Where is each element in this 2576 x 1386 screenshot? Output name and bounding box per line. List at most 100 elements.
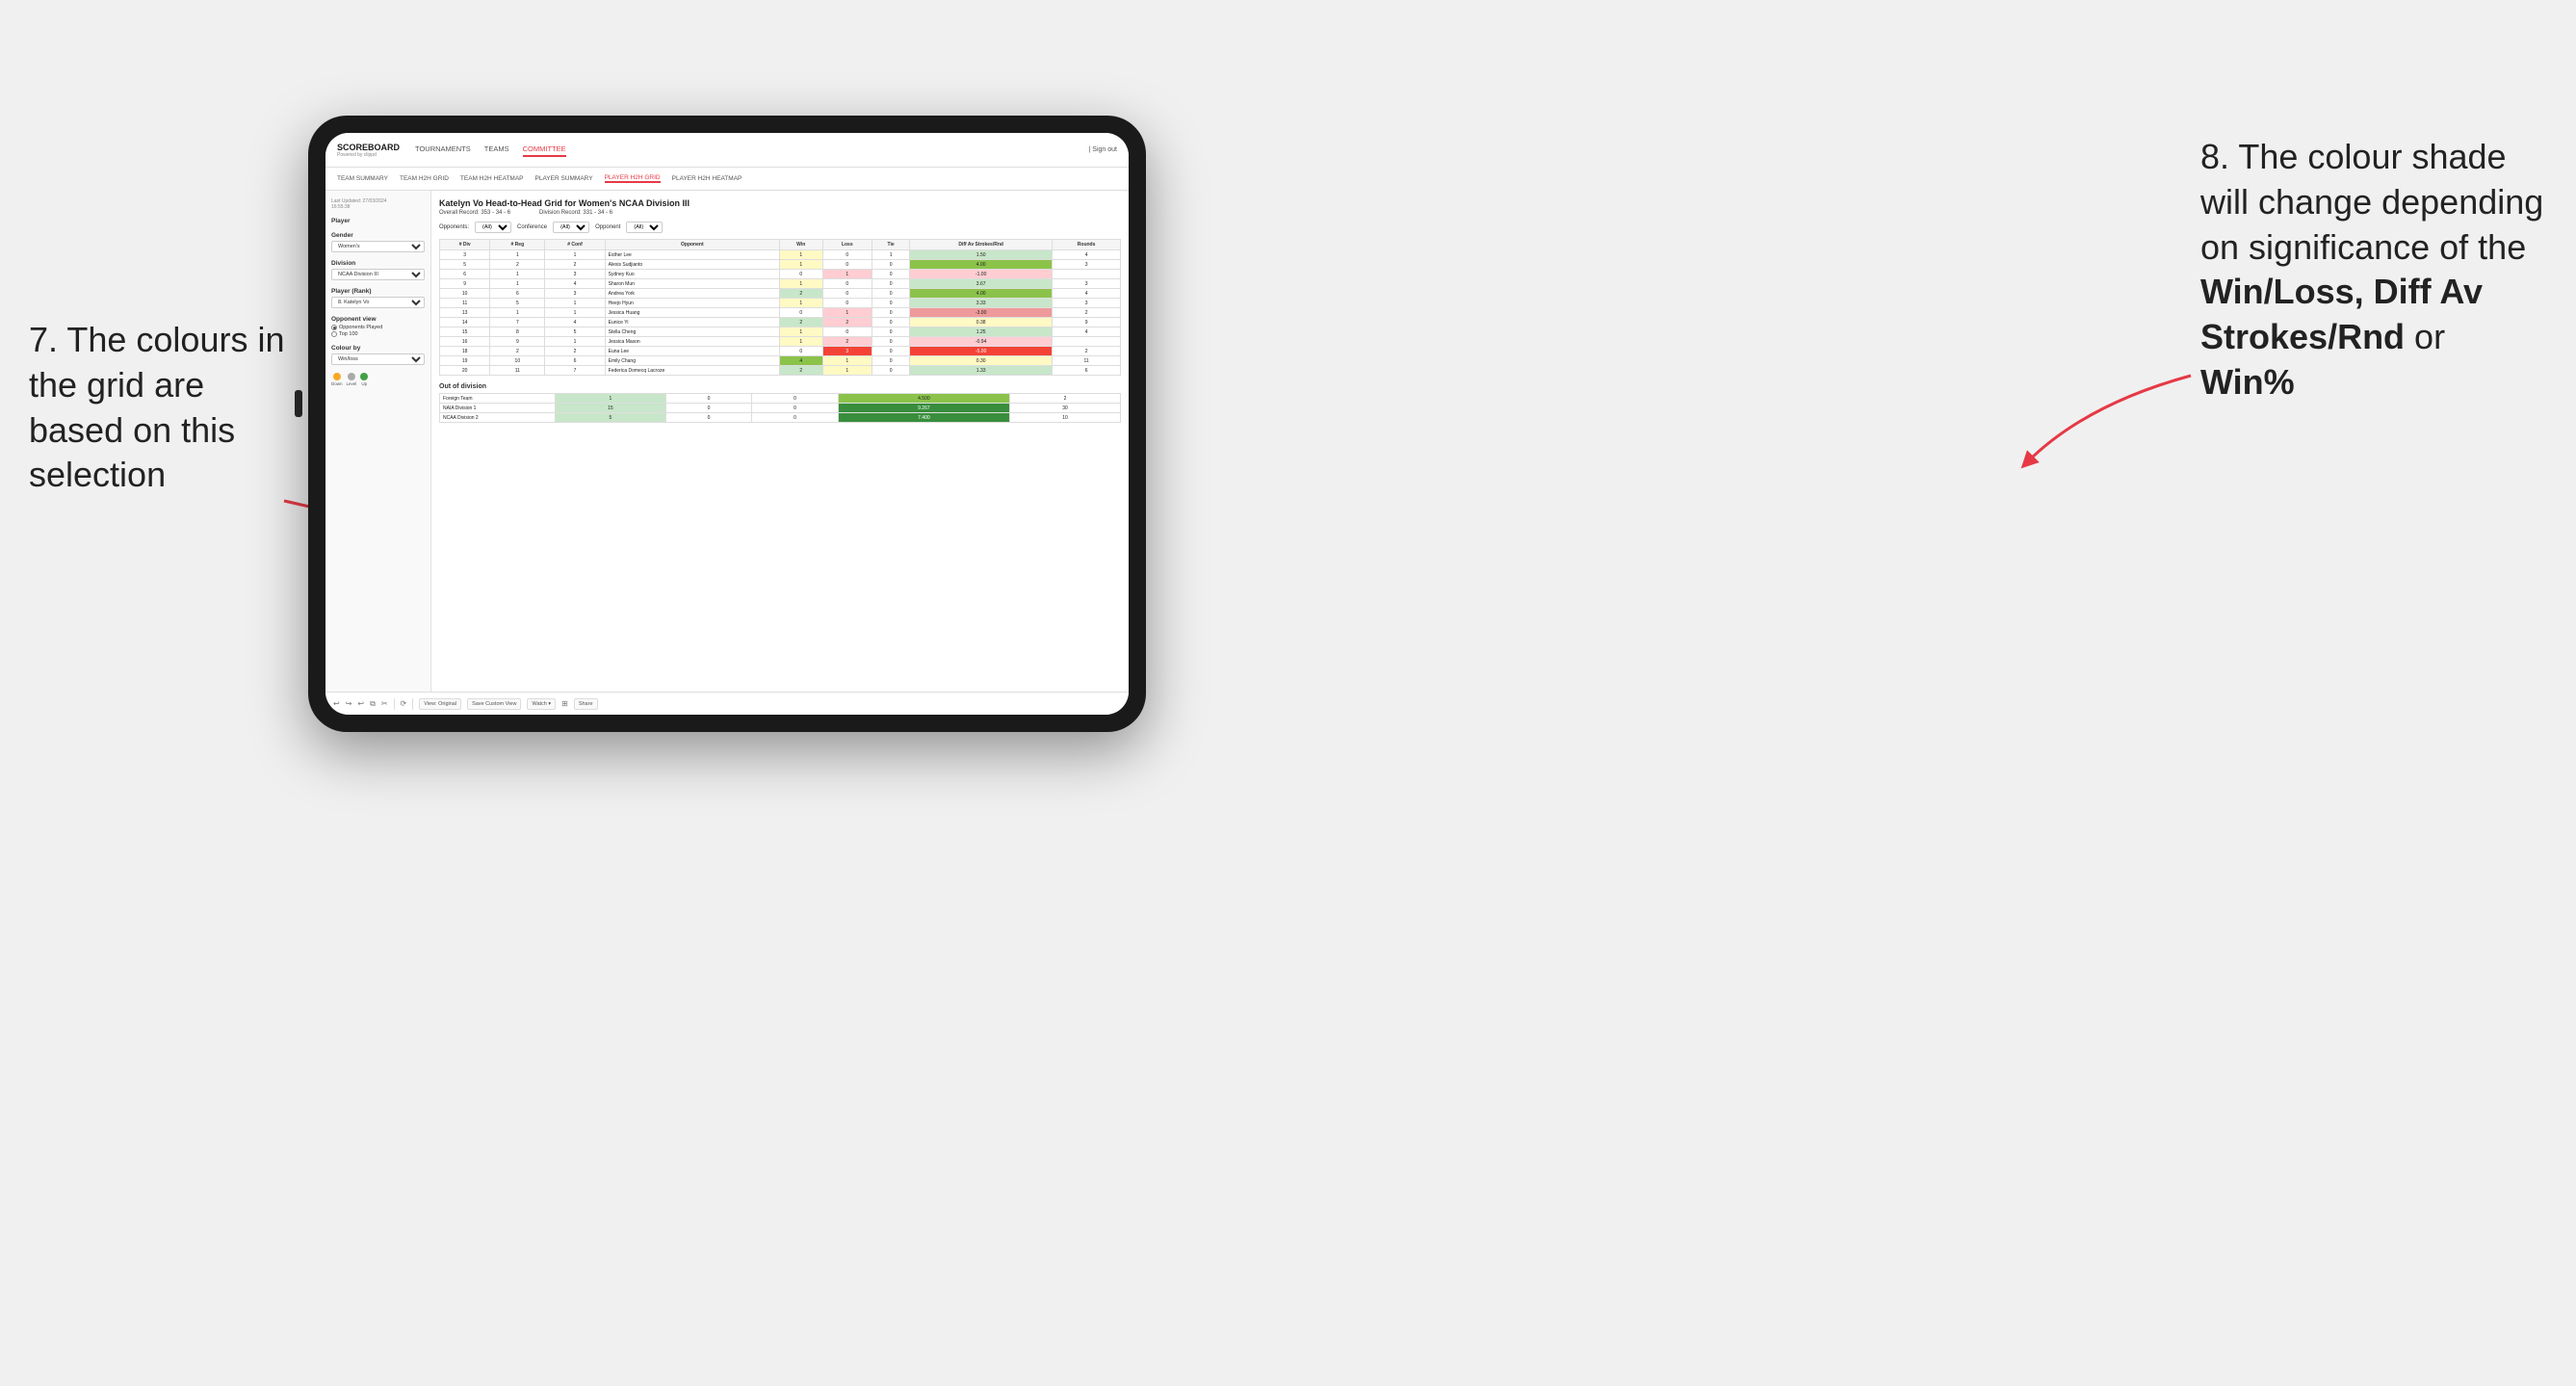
- cell-win: 0: [779, 347, 822, 356]
- col-header-rounds: Rounds: [1053, 240, 1121, 250]
- nav-right: | Sign out: [1089, 146, 1117, 153]
- col-header-win: Win: [779, 240, 822, 250]
- cell-name: Jessica Huang: [605, 308, 779, 318]
- cell-div: 5: [440, 260, 490, 270]
- sub-nav-team-summary[interactable]: TEAM SUMMARY: [337, 175, 388, 182]
- toolbar-sep-1: [394, 698, 395, 710]
- cell-conf: 2: [545, 260, 605, 270]
- filter-conference-select[interactable]: (All): [553, 222, 589, 233]
- toolbar-save-custom[interactable]: Save Custom View: [467, 698, 521, 710]
- sub-nav-player-summary[interactable]: PLAYER SUMMARY: [535, 175, 593, 182]
- cell-name: Heejo Hyun: [605, 299, 779, 308]
- sub-nav-team-h2h-heatmap[interactable]: TEAM H2H HEATMAP: [460, 175, 524, 182]
- cell-div: 11: [440, 299, 490, 308]
- cell-win: 2: [779, 366, 822, 376]
- toolbar-view-original[interactable]: View: Original: [419, 698, 461, 710]
- cell-div: 15: [440, 327, 490, 337]
- cell-diff: 1.25: [910, 327, 1053, 337]
- cell-rounds: 3: [1053, 299, 1121, 308]
- sidebar-rank-section: Player (Rank) 8. Katelyn Vo: [331, 288, 425, 308]
- table-row: 14 7 4 Eunice Yi 2 2 0 0.38 9: [440, 318, 1121, 327]
- toolbar-redo-1[interactable]: ↪: [346, 699, 352, 708]
- table-row: 6 1 3 Sydney Kuo 0 1 0 -1.00: [440, 270, 1121, 279]
- cell-rounds: 4: [1053, 250, 1121, 260]
- sidebar-colour-select[interactable]: Win/loss: [331, 353, 425, 365]
- legend-level-dot: [348, 373, 355, 380]
- filter-opponents-select[interactable]: (All): [475, 222, 511, 233]
- sidebar-rank-select[interactable]: 8. Katelyn Vo: [331, 297, 425, 308]
- cell-win: 0: [779, 308, 822, 318]
- cell-tie: 0: [872, 327, 910, 337]
- cell-loss: 0: [822, 260, 872, 270]
- main-data-table: # Div # Reg # Conf Opponent Win Loss Tie…: [439, 239, 1121, 376]
- legend-level: Level: [347, 373, 357, 386]
- table-row: 3 1 1 Esther Lee 1 0 1 1.50 4: [440, 250, 1121, 260]
- cell-win: 1: [779, 337, 822, 347]
- cell-name: Euna Lee: [605, 347, 779, 356]
- filter-opponent-label: Opponent: [595, 224, 620, 230]
- cell-rounds: 2: [1053, 347, 1121, 356]
- cell-diff: -1.00: [910, 270, 1053, 279]
- filter-opponent-select[interactable]: (All): [626, 222, 663, 233]
- ood-cell-diff: 4.500: [838, 394, 1009, 404]
- cell-name: Esther Lee: [605, 250, 779, 260]
- sidebar-division-select[interactable]: NCAA Division III: [331, 269, 425, 280]
- cell-diff: -0.94: [910, 337, 1053, 347]
- toolbar-share[interactable]: Share: [574, 698, 598, 710]
- ood-table-row: Foreign Team 1 0 0 4.500 2: [440, 394, 1121, 404]
- ood-cell-loss: 0: [665, 413, 751, 423]
- cell-rounds: 3: [1053, 279, 1121, 289]
- sidebar-opponent-view-label: Opponent view: [331, 316, 425, 323]
- sidebar-radio-group: Opponents Played Top 100: [331, 325, 425, 337]
- cell-loss: 2: [822, 318, 872, 327]
- toolbar-watch[interactable]: Watch ▾: [527, 698, 556, 710]
- nav-committee[interactable]: COMMITTEE: [523, 143, 566, 157]
- tablet-frame: SCOREBOARD Powered by clippd TOURNAMENTS…: [308, 116, 1146, 732]
- toolbar-copy[interactable]: ⧉: [370, 699, 376, 709]
- legend-down: Down: [331, 373, 343, 386]
- cell-tie: 0: [872, 347, 910, 356]
- toolbar-cut[interactable]: ✂: [381, 699, 388, 708]
- tablet-side-button: [295, 390, 302, 417]
- sidebar-division-label: Division: [331, 260, 425, 267]
- cell-tie: 0: [872, 337, 910, 347]
- table-row: 19 10 6 Emily Chang 4 1 0 0.30 11: [440, 356, 1121, 366]
- table-row: 13 1 1 Jessica Huang 0 1 0 -3.00 2: [440, 308, 1121, 318]
- cell-rounds: 4: [1053, 327, 1121, 337]
- sub-nav-team-h2h-grid[interactable]: TEAM H2H GRID: [400, 175, 449, 182]
- toolbar-undo[interactable]: ↩: [333, 699, 340, 708]
- tablet-screen: SCOREBOARD Powered by clippd TOURNAMENTS…: [325, 133, 1129, 715]
- sub-nav-player-h2h-grid[interactable]: PLAYER H2H GRID: [605, 174, 661, 183]
- cell-reg: 10: [490, 356, 545, 366]
- cell-conf: 3: [545, 289, 605, 299]
- toolbar-undo-2[interactable]: ↩: [357, 699, 364, 708]
- cell-win: 1: [779, 299, 822, 308]
- toolbar-grid-icon[interactable]: ⊞: [561, 699, 568, 708]
- sidebar-radio-top100[interactable]: Top 100: [331, 331, 425, 337]
- cell-loss: 0: [822, 289, 872, 299]
- table-row: 20 11 7 Federica Domecq Lacroze 2 1 0 1.…: [440, 366, 1121, 376]
- ood-table-row: NAIA Division 1 15 0 0 9.267 30: [440, 404, 1121, 413]
- cell-tie: 0: [872, 260, 910, 270]
- nav-teams[interactable]: TEAMS: [484, 143, 509, 157]
- sidebar-gender-select[interactable]: Women's: [331, 241, 425, 252]
- sub-nav-player-h2h-heatmap[interactable]: PLAYER H2H HEATMAP: [672, 175, 742, 182]
- cell-win: 2: [779, 289, 822, 299]
- cell-loss: 1: [822, 366, 872, 376]
- sidebar-radio-opponents-played[interactable]: Opponents Played: [331, 325, 425, 330]
- cell-conf: 4: [545, 279, 605, 289]
- cell-win: 1: [779, 260, 822, 270]
- toolbar-refresh[interactable]: ⟳: [401, 699, 407, 708]
- cell-diff: -3.00: [910, 308, 1053, 318]
- cell-loss: 0: [822, 299, 872, 308]
- table-row: 9 1 4 Sharon Mun 1 0 0 3.67 3: [440, 279, 1121, 289]
- cell-conf: 1: [545, 308, 605, 318]
- cell-name: Sharon Mun: [605, 279, 779, 289]
- table-row: 5 2 2 Alexis Sudjianto 1 0 0 4.00 3: [440, 260, 1121, 270]
- col-header-diff: Diff Av Strokes/Rnd: [910, 240, 1053, 250]
- cell-diff: 4.00: [910, 289, 1053, 299]
- cell-loss: 1: [822, 270, 872, 279]
- cell-rounds: 9: [1053, 318, 1121, 327]
- cell-diff: 1.33: [910, 366, 1053, 376]
- nav-tournaments[interactable]: TOURNAMENTS: [415, 143, 471, 157]
